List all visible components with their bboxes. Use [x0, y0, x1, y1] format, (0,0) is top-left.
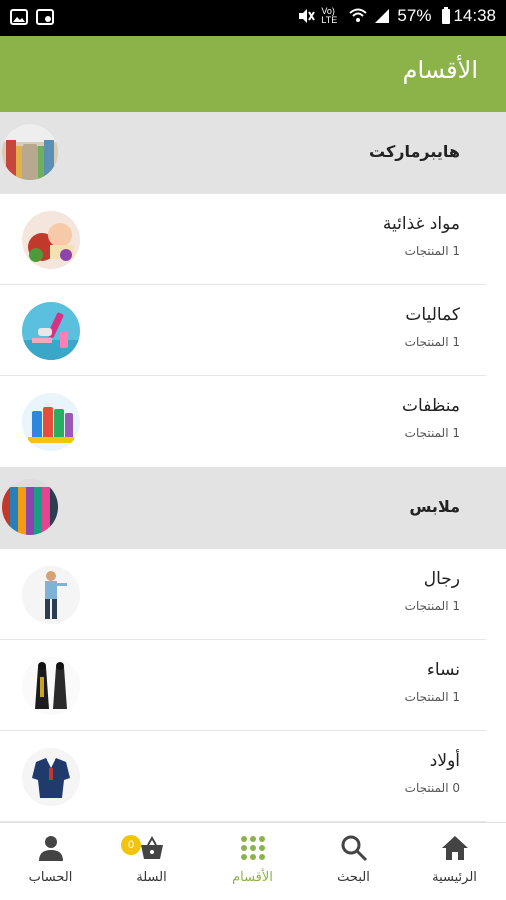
product-count: 1 المنتجات	[404, 335, 460, 349]
category-title: نساء	[426, 660, 460, 680]
battery-percent: 57%	[397, 6, 432, 25]
status-bar: Vo) LTE 57% 14:38	[0, 0, 506, 36]
product-count: 1 المنتجات	[404, 244, 460, 258]
clock: 14:38	[453, 6, 496, 25]
category-title: كماليات	[405, 305, 460, 325]
search-icon	[339, 833, 369, 863]
cast-icon	[36, 8, 54, 26]
network-type: Vo) LTE	[321, 6, 338, 25]
nav-account[interactable]: الحساب	[0, 823, 101, 900]
signal-icon	[373, 7, 391, 25]
product-count: 1 المنتجات	[404, 426, 460, 440]
nav-categories[interactable]: الأقسام	[202, 823, 303, 900]
women-thumbnail	[22, 657, 80, 715]
category-list[interactable]: هايبرماركت مواد غذائية 1 المنتجات كماليا…	[0, 112, 506, 822]
home-icon	[440, 833, 470, 863]
kids-thumbnail	[22, 748, 80, 806]
app-screen: Vo) LTE 57% 14:38 الأقسام هايبرماركت موا…	[0, 0, 506, 900]
detergents-thumbnail	[22, 393, 80, 451]
status-left-icons	[10, 8, 54, 26]
hypermarket-thumbnail	[2, 124, 58, 180]
nav-label: الرئيسية	[432, 870, 477, 885]
product-count: 1 المنتجات	[404, 599, 460, 613]
wifi-icon	[349, 7, 368, 25]
category-item-kids[interactable]: أولاد 0 المنتجات	[0, 731, 506, 822]
grid-icon	[238, 833, 268, 863]
category-item-women[interactable]: نساء 1 المنتجات	[0, 640, 506, 731]
nav-label: السلة	[136, 870, 167, 885]
nav-label: الأقسام	[232, 870, 273, 885]
nav-search[interactable]: البحث	[303, 823, 404, 900]
bottom-nav: الحساب 0 السلة الأقسام البحث الرئيسية	[0, 822, 506, 900]
cart-badge: 0	[121, 835, 141, 855]
category-item-men[interactable]: رجال 1 المنتجات	[0, 549, 506, 640]
image-icon	[10, 8, 28, 26]
nav-label: البحث	[337, 870, 370, 885]
section-title: ملابس	[409, 497, 460, 516]
accessories-thumbnail	[22, 302, 80, 360]
product-count: 0 المنتجات	[404, 781, 460, 795]
battery-icon	[437, 7, 451, 25]
category-title: مواد غذائية	[382, 214, 460, 234]
section-title: هايبرماركت	[369, 142, 460, 161]
clothes-thumbnail	[2, 479, 58, 535]
section-header-hypermarket[interactable]: هايبرماركت	[0, 112, 506, 194]
category-title: منظفات	[402, 396, 460, 416]
men-thumbnail	[22, 566, 80, 624]
category-item-food[interactable]: مواد غذائية 1 المنتجات	[0, 194, 506, 285]
status-right: Vo) LTE 57% 14:38	[297, 6, 496, 26]
basket-icon	[137, 833, 167, 863]
category-item-accessories[interactable]: كماليات 1 المنتجات	[0, 285, 506, 376]
nav-home[interactable]: الرئيسية	[404, 823, 505, 900]
product-count: 1 المنتجات	[404, 690, 460, 704]
app-bar: الأقسام	[0, 36, 506, 112]
category-title: رجال	[423, 569, 460, 589]
category-item-detergents[interactable]: منظفات 1 المنتجات	[0, 376, 506, 467]
nav-label: الحساب	[28, 870, 73, 885]
page-title: الأقسام	[402, 56, 478, 84]
category-title: أولاد	[429, 751, 460, 771]
person-icon	[36, 833, 66, 863]
section-header-clothes[interactable]: ملابس	[0, 467, 506, 549]
mute-icon	[297, 7, 316, 25]
food-thumbnail	[22, 211, 80, 269]
nav-cart[interactable]: 0 السلة	[101, 823, 202, 900]
